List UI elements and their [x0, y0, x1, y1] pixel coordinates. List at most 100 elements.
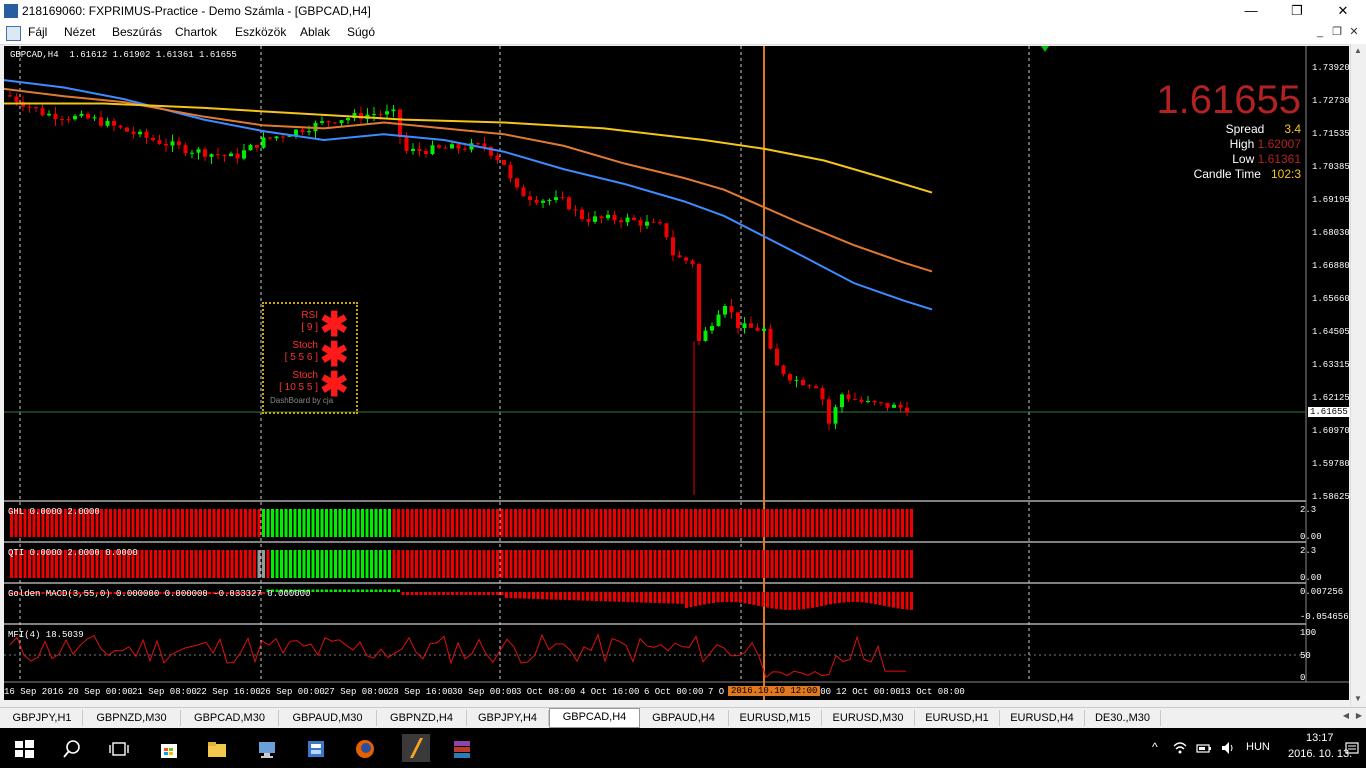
ghl-histogram-bar	[208, 509, 211, 537]
file-explorer-icon[interactable]	[206, 738, 228, 760]
ghl-histogram-bar	[775, 509, 778, 537]
chart-tab[interactable]: GBPJPY,H4	[467, 710, 549, 726]
scroll-down-icon[interactable]: ▼	[1354, 694, 1362, 703]
candle-body	[40, 108, 45, 116]
wifi-icon[interactable]	[1172, 740, 1188, 756]
menu-insert[interactable]: Beszúrás	[112, 25, 162, 39]
scroll-up-icon[interactable]: ▲	[1354, 46, 1362, 55]
qti-histogram-bar	[617, 550, 621, 578]
chart-tab[interactable]: EURUSD,M15	[729, 710, 822, 726]
clock-date[interactable]: 2016. 10. 13.	[1288, 748, 1352, 760]
qti-histogram-bar	[190, 550, 193, 578]
candle-body	[788, 374, 792, 381]
task-view-icon[interactable]	[108, 738, 130, 760]
candle-body	[703, 330, 708, 341]
macd-histogram-bar	[545, 592, 549, 600]
macd-histogram-bar	[491, 592, 495, 595]
candle-body	[671, 237, 675, 256]
candle-body	[131, 131, 136, 135]
mdi-restore-button[interactable]: ❐	[1329, 24, 1345, 40]
menu-tools[interactable]: Eszközök	[235, 25, 286, 39]
macd-histogram-bar	[626, 592, 630, 603]
candle-body	[814, 386, 818, 389]
candle-body	[820, 388, 825, 400]
macd-histogram-bar	[446, 592, 450, 595]
close-button[interactable]: ✕	[1320, 0, 1366, 22]
ghl-histogram-bar	[158, 509, 162, 537]
network-app-icon[interactable]	[256, 738, 278, 760]
chart-tab[interactable]: GBPNZD,H4	[377, 710, 467, 726]
chart-tab[interactable]: GBPJPY,H1	[2, 710, 83, 726]
candle-body	[521, 187, 526, 197]
tabs-scroll-right-icon[interactable]: ▶	[1353, 711, 1365, 725]
ghl-histogram-bar	[226, 509, 229, 537]
metatrader-taskbar-icon[interactable]	[402, 734, 430, 762]
chart-tab[interactable]: GBPAUD,H4	[639, 710, 729, 726]
candle-body	[450, 144, 454, 149]
chart-tab[interactable]: GBPAUD,M30	[279, 710, 377, 726]
search-icon[interactable]	[61, 738, 83, 760]
chart-tab[interactable]: GBPCAD,M30	[181, 710, 279, 726]
macd-histogram-bar	[685, 592, 688, 608]
menu-file[interactable]: Fájl	[28, 25, 47, 39]
chart-tab[interactable]: EURUSD,H1	[915, 710, 1000, 726]
qti-histogram-bar	[257, 550, 261, 578]
ghl-histogram-bar	[838, 509, 841, 537]
chart-tab[interactable]: GBPNZD,M30	[83, 710, 181, 726]
ghl-histogram-bar	[766, 509, 769, 537]
chart-window-icon[interactable]	[6, 26, 21, 41]
macd-histogram-bar	[374, 589, 378, 592]
tabs-scroll-left-icon[interactable]: ◀	[1340, 711, 1352, 725]
macd-histogram-bar	[536, 592, 540, 600]
menu-help[interactable]: Súgó	[347, 25, 375, 39]
candle-body	[326, 121, 331, 123]
clock-time[interactable]: 13:17	[1306, 732, 1334, 744]
ghl-histogram-bar	[446, 509, 450, 537]
chart-tab[interactable]: GBPCAD,H4	[549, 708, 640, 728]
chart-tab[interactable]: EURUSD,M30	[822, 710, 915, 726]
control-panel-icon[interactable]	[305, 738, 327, 760]
qti-indicator-label: QTI 0.0000 2.0000 0.0000	[8, 548, 138, 558]
candle-body	[749, 323, 753, 328]
chart-tab[interactable]: EURUSD,H4	[1000, 710, 1085, 726]
spread-label: Spread	[1225, 122, 1265, 136]
menu-charts[interactable]: Chartok	[175, 25, 217, 39]
macd-histogram-bar	[892, 592, 895, 608]
mdi-close-button[interactable]: ✕	[1346, 24, 1362, 40]
chart-tab[interactable]: DE30.,M30	[1085, 710, 1161, 726]
ghl-histogram-bar	[824, 509, 828, 537]
qti-histogram-bar	[496, 550, 499, 578]
ghl-histogram-bar	[545, 509, 549, 537]
menu-view[interactable]: Nézet	[64, 25, 95, 39]
winrar-icon[interactable]	[451, 738, 473, 760]
menu-window[interactable]: Ablak	[300, 25, 330, 39]
chart-window[interactable]: GBPCAD,H4 1.61612 1.61902 1.61361 1.6165…	[4, 46, 1350, 700]
dashboard-panel: RSI[ 9 ] ✱ Stoch[ 5 5 6 ] ✱ Stoch[ 10 5 …	[262, 302, 358, 414]
mfi-axis-top: 100	[1300, 628, 1317, 638]
vertical-scrollbar[interactable]: ▲ ▼	[1350, 44, 1366, 706]
battery-icon[interactable]	[1196, 740, 1212, 756]
minimize-button[interactable]: —	[1228, 0, 1274, 22]
macd-histogram-bar	[748, 592, 751, 605]
candle-body	[378, 114, 383, 116]
qti-histogram-bar	[541, 550, 544, 578]
candle-body	[554, 197, 558, 201]
candle-body	[190, 152, 194, 154]
ghl-histogram-bar	[509, 509, 513, 537]
volume-icon[interactable]	[1220, 740, 1236, 756]
store-icon[interactable]	[158, 738, 180, 760]
price-axis-label: 1.60970	[1312, 426, 1350, 436]
ghl-histogram-bar	[604, 509, 607, 537]
windows-start-icon[interactable]	[13, 738, 35, 760]
notifications-icon[interactable]	[1344, 740, 1360, 756]
dashboard-stoch1-label: Stoch[ 5 5 6 ]	[284, 340, 318, 363]
ghl-histogram-bar	[212, 509, 216, 537]
language-indicator[interactable]: HUN	[1246, 741, 1270, 753]
mdi-minimize-button[interactable]: _	[1312, 24, 1328, 40]
maximize-button[interactable]: ❐	[1274, 0, 1320, 22]
qti-histogram-bar	[887, 550, 891, 578]
firefox-icon[interactable]	[354, 738, 376, 760]
tray-chevron-icon[interactable]: ^	[1152, 740, 1158, 754]
qti-histogram-bar	[167, 550, 171, 578]
qti-histogram-bar	[446, 550, 450, 578]
